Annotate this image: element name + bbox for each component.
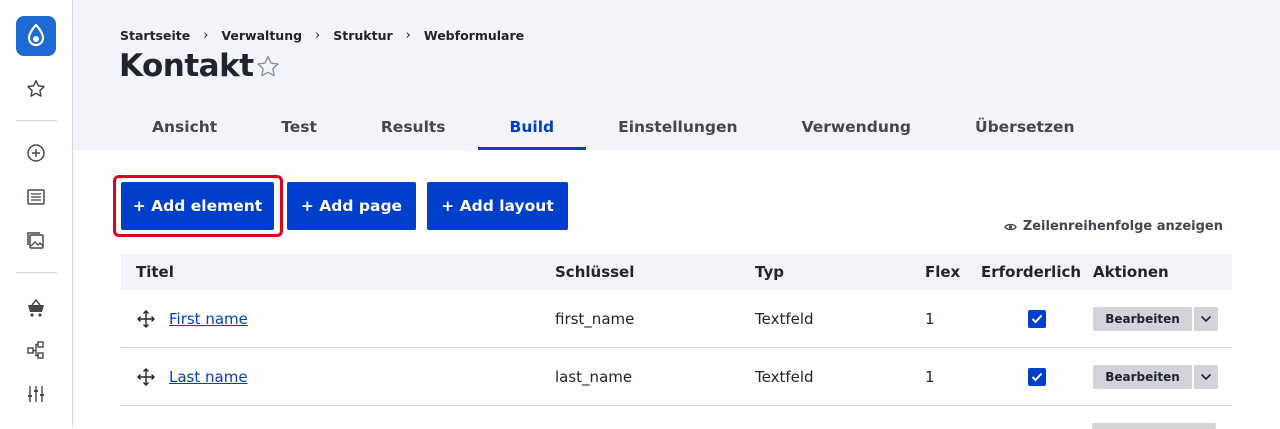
table-header: Titel Schlüssel Typ Flex Erforderlich Ak… (121, 254, 1232, 290)
content-list-icon[interactable] (22, 183, 50, 211)
breadcrumb-separator: › (203, 28, 209, 43)
eye-icon (1003, 223, 1017, 230)
next-row-edit-button-partial[interactable] (1092, 423, 1216, 429)
column-header-schluessel: Schlüssel (555, 263, 635, 281)
column-header-titel: Titel (136, 263, 174, 281)
element-key: first_name (555, 309, 635, 328)
configuration-sliders-icon[interactable] (22, 380, 50, 408)
add-page-button[interactable]: + Add page (287, 182, 416, 230)
page-header: Startseite › Verwaltung › Struktur › Web… (73, 0, 1280, 150)
row-order-label: Zeilenreihenfolge anzeigen (1022, 219, 1223, 234)
element-type: Textfeld (755, 367, 814, 386)
operations-dropbutton: Bearbeiten (1093, 364, 1232, 389)
tab-uebersetzen[interactable]: Übersetzen (943, 104, 1107, 150)
operations-dropbutton: Bearbeiten (1093, 306, 1232, 331)
toolbar-divider (16, 120, 57, 121)
structure-icon[interactable] (22, 336, 50, 364)
column-header-aktionen: Aktionen (1093, 263, 1169, 281)
chevron-down-icon (1200, 315, 1212, 322)
edit-button[interactable]: Bearbeiten (1093, 306, 1192, 331)
tab-ansicht[interactable]: Ansicht (120, 104, 249, 150)
elements-table: Titel Schlüssel Typ Flex Erforderlich Ak… (121, 254, 1232, 406)
add-layout-button[interactable]: + Add layout (427, 182, 568, 230)
table-row: Last name last_name Textfeld 1 Bearbeite… (121, 348, 1232, 406)
element-key: last_name (555, 367, 633, 386)
toolbar-divider (16, 272, 57, 273)
breadcrumb-separator: › (315, 28, 321, 43)
breadcrumb-item[interactable]: Startseite (120, 28, 190, 43)
chevron-down-icon (1200, 373, 1212, 380)
element-type: Textfeld (755, 309, 814, 328)
add-circle-icon[interactable] (22, 139, 50, 167)
element-title-link[interactable]: Last name (169, 368, 248, 386)
favorite-star-icon[interactable] (255, 54, 281, 80)
element-flex: 1 (925, 309, 935, 328)
breadcrumb-item[interactable]: Verwaltung (221, 28, 302, 43)
element-title-link[interactable]: First name (169, 310, 248, 328)
tab-test[interactable]: Test (249, 104, 349, 150)
column-header-erforderlich: Erforderlich (981, 263, 1082, 281)
primary-tabs: Ansicht Test Results Build Einstellungen… (120, 104, 1107, 150)
commerce-cart-icon[interactable] (22, 293, 50, 321)
drupal-logo-icon[interactable] (16, 16, 56, 56)
tab-verwendung[interactable]: Verwendung (770, 104, 943, 150)
dropbutton-toggle[interactable] (1194, 364, 1218, 389)
column-header-flex: Flex (925, 263, 961, 281)
media-image-icon[interactable] (22, 227, 50, 255)
add-element-button[interactable]: + Add element (121, 182, 274, 230)
admin-toolbar (0, 0, 73, 426)
breadcrumb-item[interactable]: Webformulare (424, 28, 524, 43)
tab-results[interactable]: Results (349, 104, 478, 150)
page-title: Kontakt (119, 48, 254, 84)
table-row: First name first_name Textfeld 1 Bearbei… (121, 290, 1232, 348)
drag-handle-icon[interactable] (136, 309, 156, 329)
breadcrumb-separator: › (405, 28, 411, 43)
column-header-typ: Typ (755, 263, 784, 281)
required-checkbox[interactable] (1028, 367, 1046, 386)
dropbutton-toggle[interactable] (1194, 306, 1218, 331)
checkmark-icon (1031, 372, 1043, 381)
element-flex: 1 (925, 367, 935, 386)
breadcrumb-item[interactable]: Struktur (333, 28, 392, 43)
breadcrumb: Startseite › Verwaltung › Struktur › Web… (120, 28, 524, 43)
checkmark-icon (1031, 314, 1043, 323)
required-checkbox[interactable] (1028, 309, 1046, 328)
tab-einstellungen[interactable]: Einstellungen (586, 104, 769, 150)
row-order-toggle[interactable]: Zeilenreihenfolge anzeigen (1003, 219, 1223, 234)
edit-button[interactable]: Bearbeiten (1093, 364, 1192, 389)
star-icon[interactable] (22, 75, 50, 103)
drag-handle-icon[interactable] (136, 367, 156, 387)
tab-build[interactable]: Build (477, 104, 587, 150)
